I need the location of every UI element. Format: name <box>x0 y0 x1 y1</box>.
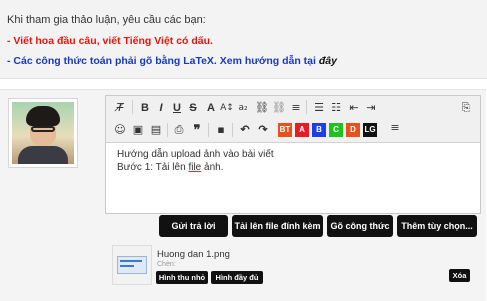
color-button-a[interactable]: A <box>295 123 309 137</box>
bullet-list-icon[interactable]: ☰ <box>311 100 327 116</box>
attachment-insert-label: Chèn: <box>157 261 176 268</box>
subscript-icon[interactable]: a₂ <box>235 100 251 116</box>
italic-button[interactable]: I <box>153 100 169 116</box>
insert-thumbnail-button[interactable]: Hình thu nhỏ <box>156 271 208 284</box>
color-button-c[interactable]: C <box>329 123 343 137</box>
color-button-b[interactable]: B <box>312 123 326 137</box>
submit-reply-button[interactable]: Gửi trả lời <box>159 215 228 237</box>
quote-icon[interactable]: ❞ <box>189 122 205 138</box>
upload-attachment-button[interactable]: Tải lên file đính kèm <box>232 215 323 237</box>
outdent-icon[interactable]: ⇤ <box>346 100 362 116</box>
insert-icon[interactable]: ⎙ <box>171 122 187 138</box>
content-line-2-suffix: ảnh. <box>201 162 224 173</box>
editor-content[interactable]: Hướng dẫn upload ảnh vào bài viết Bước 1… <box>117 148 274 174</box>
align-left-icon[interactable]: ≡ <box>288 100 304 116</box>
align-icon[interactable]: ≡ <box>387 120 403 136</box>
undo-icon[interactable]: ↶ <box>237 122 253 138</box>
indent-icon[interactable]: ⇥ <box>363 100 379 116</box>
insert-full-image-button[interactable]: Hình đầy đủ <box>211 271 263 284</box>
formula-button[interactable]: Gõ công thức <box>327 215 393 237</box>
color-button-bt[interactable]: BT <box>278 123 292 137</box>
unlink-icon[interactable]: ⛓ <box>271 100 287 116</box>
bold-button[interactable]: B <box>137 100 153 116</box>
media-icon[interactable]: ▤ <box>148 122 164 138</box>
latex-guide-link[interactable]: đây <box>319 55 337 67</box>
content-file-word: file <box>188 162 202 173</box>
avatar <box>8 98 78 168</box>
content-line-2: Bước 1: Tải lên file ảnh. <box>117 161 274 174</box>
font-color-icon[interactable]: A <box>203 100 219 116</box>
smiley-icon[interactable]: ☺ <box>112 122 128 138</box>
rule-capitalization: - Viết hoa đầu câu, viết Tiếng Việt có d… <box>7 35 213 47</box>
posting-rules-notice: Khi tham gia thảo luận, yêu cầu các bạn:… <box>0 0 487 79</box>
clear-format-icon[interactable]: T̸ <box>112 100 128 116</box>
source-mode-icon[interactable]: ⎘ <box>458 100 474 116</box>
color-button-lg[interactable]: LG <box>363 123 377 137</box>
image-icon[interactable]: ▣ <box>130 122 146 138</box>
underline-button[interactable]: U <box>169 100 185 116</box>
attachment-thumbnail[interactable] <box>112 245 152 285</box>
color-button-d[interactable]: D <box>346 123 360 137</box>
attachment-name[interactable]: Huong dan 1.png <box>157 249 230 260</box>
content-line-1: Hướng dẫn upload ảnh vào bài viết <box>117 149 274 160</box>
reply-editor: T̸ B I U S A A↕ a₂ ⛓ ⛓ ≡ ☰ ☷ ⇤ ⇥ ⎘ ☺ ▣ ▤… <box>105 95 481 214</box>
rules-intro: Khi tham gia thảo luận, yêu cầu các bạn: <box>7 14 206 26</box>
rule-latex-text: - Các công thức toán phải gõ bằng LaTeX.… <box>7 55 319 67</box>
more-options-button[interactable]: Thêm tùy chọn... <box>397 215 477 237</box>
rule-latex: - Các công thức toán phải gõ bằng LaTeX.… <box>7 55 337 67</box>
editor-toolbar: T̸ B I U S A A↕ a₂ ⛓ ⛓ ≡ ☰ ☷ ⇤ ⇥ ⎘ ☺ ▣ ▤… <box>106 96 480 143</box>
font-size-icon[interactable]: A↕ <box>219 100 235 116</box>
numbered-list-icon[interactable]: ☷ <box>328 100 344 116</box>
delete-attachment-button[interactable]: Xóa <box>449 269 470 282</box>
save-draft-icon[interactable]: ▪ <box>213 122 229 138</box>
strikethrough-button[interactable]: S <box>185 100 201 116</box>
redo-icon[interactable]: ↷ <box>255 122 271 138</box>
avatar-photo <box>12 102 74 164</box>
link-icon[interactable]: ⛓ <box>254 100 270 116</box>
content-line-2-prefix: Bước 1: Tải lên <box>117 162 189 173</box>
